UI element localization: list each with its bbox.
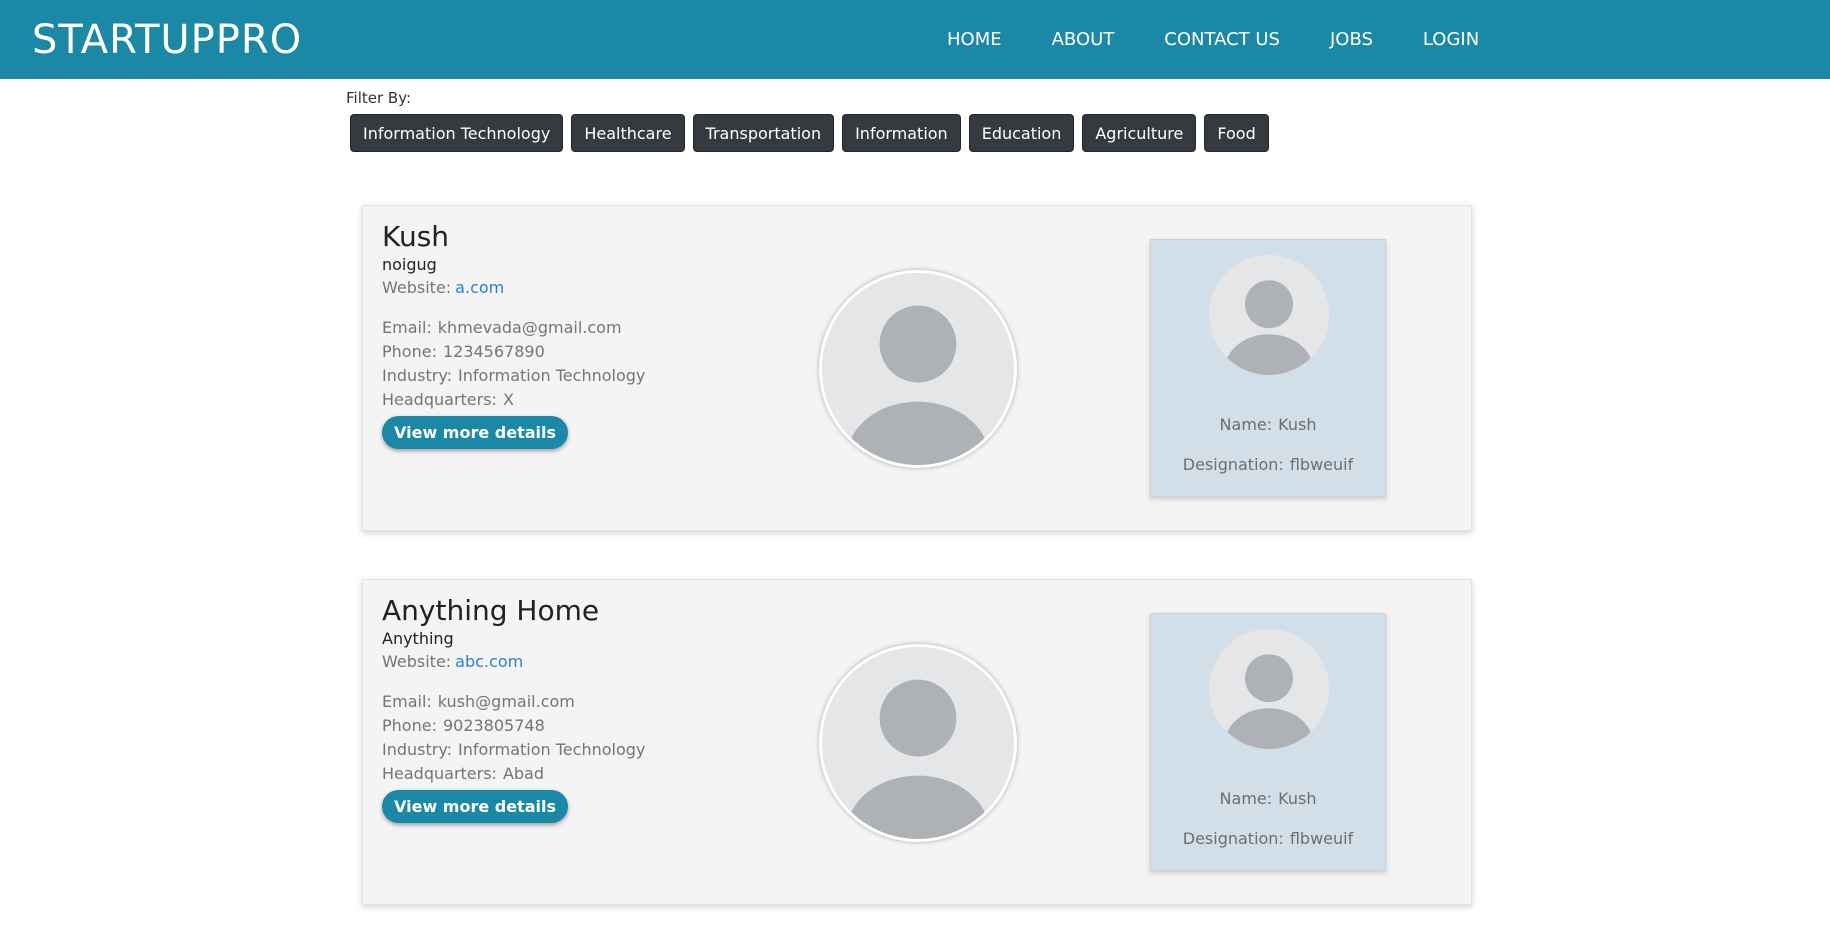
email-row: Email: khmevada@gmail.com <box>382 316 645 340</box>
user-silhouette-icon <box>822 647 1014 839</box>
industry-row: Industry: Information Technology <box>382 738 645 762</box>
startup-info: Anything Home Anything Website: abc.com E… <box>382 594 645 823</box>
website-label: Website: <box>382 652 452 671</box>
website-link[interactable]: abc.com <box>455 652 523 671</box>
email-row: Email: kush@gmail.com <box>382 690 645 714</box>
founder-designation-row: Designation: flbweuif <box>1151 454 1385 476</box>
nav-contact-us[interactable]: CONTACT US <box>1139 0 1305 79</box>
founder-name-value: Kush <box>1278 789 1317 808</box>
filter-transportation-button[interactable]: Transportation <box>692 114 835 152</box>
headquarters-label: Headquarters: <box>382 764 497 783</box>
filter-healthcare-button[interactable]: Healthcare <box>571 114 685 152</box>
company-tagline: noigug <box>382 255 437 274</box>
founder-card: Name: Kush Designation: flbweuif <box>1150 239 1386 497</box>
nav-login[interactable]: LOGIN <box>1398 0 1504 79</box>
founder-avatar <box>1209 629 1329 749</box>
nav-home[interactable]: HOME <box>922 0 1027 79</box>
industry-label: Industry: <box>382 740 453 759</box>
email-value: khmevada@gmail.com <box>437 318 622 337</box>
phone-label: Phone: <box>382 716 437 735</box>
headquarters-value: X <box>502 390 514 409</box>
email-label: Email: <box>382 318 432 337</box>
phone-value: 1234567890 <box>442 342 545 361</box>
filter-label: Filter By: <box>346 89 412 107</box>
filter-information-technology-button[interactable]: Information Technology <box>350 114 564 152</box>
website-row: Website: abc.com <box>382 650 645 674</box>
filter-section: Filter By: Information Technology Health… <box>346 88 1269 152</box>
phone-row: Phone: 1234567890 <box>382 340 645 364</box>
founder-name-label: Name: <box>1219 789 1273 808</box>
company-tagline: Anything <box>382 629 454 648</box>
industry-value: Information Technology <box>458 366 646 385</box>
company-name: Anything Home <box>382 594 600 627</box>
startup-card: Kush noigug Website: a.com Email: khmevada… <box>362 205 1472 531</box>
founder-designation-label: Designation: <box>1182 455 1284 474</box>
industry-label: Industry: <box>382 366 453 385</box>
website-row: Website: a.com <box>382 276 645 300</box>
founder-card: Name: Kush Designation: flbweuif <box>1150 613 1386 871</box>
nav-about[interactable]: ABOUT <box>1027 0 1140 79</box>
nav-jobs[interactable]: JOBS <box>1305 0 1398 79</box>
headquarters-label: Headquarters: <box>382 390 497 409</box>
founder-designation-value: flbweuif <box>1289 829 1354 848</box>
website-label: Website: <box>382 278 452 297</box>
company-logo <box>819 644 1017 842</box>
company-logo <box>819 270 1017 468</box>
user-silhouette-icon <box>1209 629 1329 749</box>
filter-button-group: Information Technology Healthcare Transp… <box>350 114 1269 152</box>
headquarters-row: Headquarters: Abad <box>382 762 645 786</box>
filter-agriculture-button[interactable]: Agriculture <box>1082 114 1197 152</box>
user-silhouette-icon <box>822 273 1014 465</box>
navbar: STARTUPPRO HOME ABOUT CONTACT US JOBS LO… <box>0 0 1830 79</box>
industry-value: Information Technology <box>458 740 646 759</box>
phone-row: Phone: 9023805748 <box>382 714 645 738</box>
founder-avatar <box>1209 255 1329 375</box>
view-more-details-button[interactable]: View more details <box>382 416 569 449</box>
founder-designation-label: Designation: <box>1182 829 1284 848</box>
nav-menu: HOME ABOUT CONTACT US JOBS LOGIN <box>922 0 1504 79</box>
filter-information-button[interactable]: Information <box>842 114 961 152</box>
website-link[interactable]: a.com <box>455 278 504 297</box>
company-name: Kush <box>382 220 450 253</box>
brand-logo[interactable]: STARTUPPRO <box>32 20 302 60</box>
founder-designation-row: Designation: flbweuif <box>1151 828 1385 850</box>
headquarters-value: Abad <box>502 764 544 783</box>
filter-education-button[interactable]: Education <box>968 114 1075 152</box>
founder-name-value: Kush <box>1278 415 1317 434</box>
view-more-details-button[interactable]: View more details <box>382 790 569 823</box>
phone-value: 9023805748 <box>442 716 545 735</box>
startup-info: Kush noigug Website: a.com Email: khmevada… <box>382 220 645 449</box>
email-value: kush@gmail.com <box>437 692 575 711</box>
filter-food-button[interactable]: Food <box>1204 114 1269 152</box>
phone-label: Phone: <box>382 342 437 361</box>
founder-name-row: Name: Kush <box>1151 788 1385 810</box>
industry-row: Industry: Information Technology <box>382 364 645 388</box>
email-label: Email: <box>382 692 432 711</box>
founder-name-label: Name: <box>1219 415 1273 434</box>
founder-name-row: Name: Kush <box>1151 414 1385 436</box>
user-silhouette-icon <box>1209 255 1329 375</box>
founder-designation-value: flbweuif <box>1289 455 1354 474</box>
headquarters-row: Headquarters: X <box>382 388 645 412</box>
startup-card: Anything Home Anything Website: abc.com E… <box>362 579 1472 905</box>
